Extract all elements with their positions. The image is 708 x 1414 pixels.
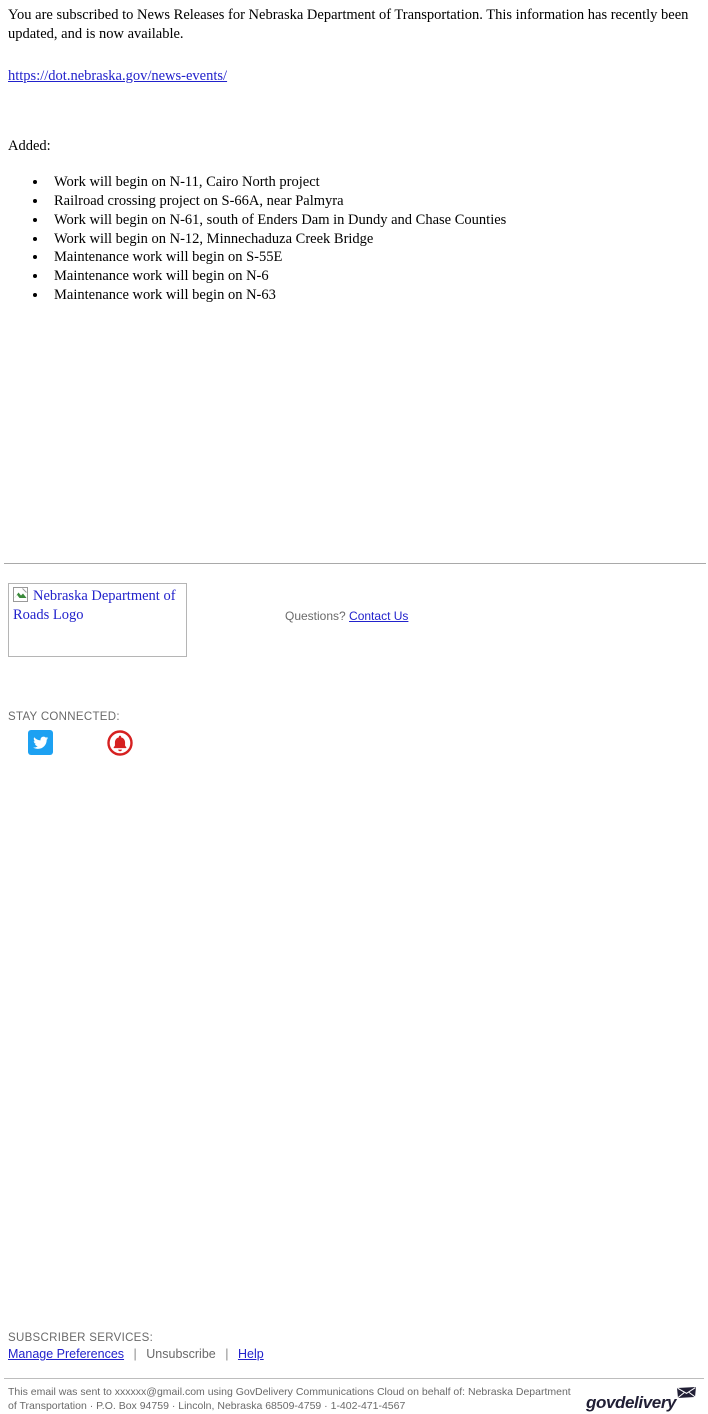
legal-text: This email was sent to xxxxxx@gmail.com …	[8, 1385, 578, 1414]
stay-connected-label: STAY CONNECTED:	[8, 711, 120, 723]
envelope-icon	[676, 1386, 698, 1406]
link-separator: |	[133, 1347, 137, 1361]
broken-image-icon	[13, 587, 28, 602]
help-link[interactable]: Help	[238, 1347, 264, 1361]
subscriber-services-label: SUBSCRIBER SERVICES:	[8, 1332, 154, 1344]
legal-line-2: Transportation · P.O. Box 94759 · Lincol…	[19, 1400, 406, 1413]
email-body: You are subscribed to News Releases for …	[0, 0, 708, 305]
list-item: Maintenance work will begin on N-6	[48, 267, 700, 286]
twitter-icon[interactable]	[28, 730, 53, 755]
social-icons-row	[28, 730, 133, 760]
contact-us-link[interactable]: Contact Us	[349, 609, 408, 623]
news-events-link[interactable]: https://dot.nebraska.gov/news-events/	[8, 68, 227, 84]
govdelivery-logo: govdelivery	[586, 1386, 702, 1414]
govdelivery-wordmark: govdelivery	[586, 1393, 677, 1412]
news-events-url-line: https://dot.nebraska.gov/news-events/	[8, 43, 700, 85]
manage-preferences-link[interactable]: Manage Preferences	[8, 1347, 124, 1361]
list-item: Work will begin on N-12, Minnechaduza Cr…	[48, 230, 700, 249]
legal-divider	[4, 1378, 704, 1379]
link-separator: |	[225, 1347, 229, 1361]
agency-logo-placeholder[interactable]: Nebraska Department of Roads Logo	[8, 583, 187, 657]
subscriber-services-links: Manage Preferences | Unsubscribe | Help	[8, 1347, 264, 1361]
footer-logo-row: Nebraska Department of Roads Logo Questi…	[0, 564, 708, 657]
agency-logo-alt-text: Nebraska Department of Roads Logo	[13, 588, 176, 623]
list-item: Maintenance work will begin on N-63	[48, 286, 700, 305]
unsubscribe-link[interactable]: Unsubscribe	[146, 1347, 215, 1361]
updates-list: Work will begin on N-11, Cairo North pro…	[8, 155, 700, 305]
intro-paragraph: You are subscribed to News Releases for …	[8, 7, 689, 42]
email-footer: Nebraska Department of Roads Logo Questi…	[0, 563, 708, 1412]
list-item: Work will begin on N-11, Cairo North pro…	[48, 173, 700, 192]
questions-label: Questions?	[285, 609, 346, 623]
list-item: Maintenance work will begin on S-55E	[48, 248, 700, 267]
list-item: Work will begin on N-61, south of Enders…	[48, 211, 700, 230]
added-label: Added:	[8, 138, 51, 155]
bell-icon[interactable]	[107, 730, 133, 756]
questions-block: Questions? Contact Us	[285, 609, 408, 623]
list-item: Railroad crossing project on S-66A, near…	[48, 192, 700, 211]
